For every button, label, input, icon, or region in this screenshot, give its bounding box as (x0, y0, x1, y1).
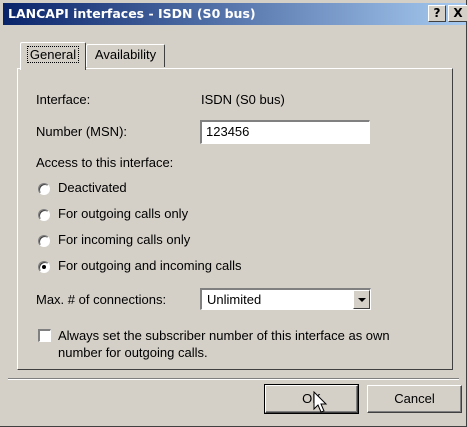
radio-deactivated-label[interactable]: Deactivated (58, 180, 127, 195)
ok-button[interactable]: OK (264, 384, 359, 414)
window-title: LANCAPI interfaces - ISDN (S0 bus) (8, 6, 256, 21)
number-label: Number (MSN): (36, 124, 128, 139)
radio-outgoing-and-incoming-label[interactable]: For outgoing and incoming calls (58, 258, 242, 273)
interface-value: ISDN (S0 bus) (201, 92, 285, 107)
max-connections-value: Unlimited (207, 292, 262, 307)
cancel-button[interactable]: Cancel (367, 385, 462, 413)
radio-incoming-only-label[interactable]: For incoming calls only (58, 232, 190, 247)
tab-availability-label: Availability (94, 47, 157, 62)
close-button[interactable]: X (448, 5, 467, 22)
mouse-cursor-icon (313, 391, 328, 413)
radio-incoming-only[interactable] (38, 235, 50, 247)
number-input[interactable]: 123456 (200, 120, 370, 144)
subscriber-number-checkbox[interactable] (38, 329, 51, 342)
general-tab-panel: Interface: ISDN (S0 bus) Number (MSN): 1… (17, 68, 453, 370)
tab-availability[interactable]: Availability (86, 44, 165, 67)
max-connections-label: Max. # of connections: (36, 292, 167, 307)
divider (8, 378, 459, 380)
radio-outgoing-only-label[interactable]: For outgoing calls only (58, 206, 188, 221)
interface-label: Interface: (36, 92, 91, 107)
tab-general[interactable]: General (20, 42, 86, 70)
dialog-window: LANCAPI interfaces - ISDN (S0 bus) ? X G… (0, 0, 467, 427)
tab-general-label: General (26, 46, 80, 63)
access-label: Access to this interface: (36, 155, 174, 170)
chevron-down-icon[interactable] (353, 290, 370, 309)
radio-outgoing-and-incoming[interactable] (38, 261, 50, 273)
radio-deactivated[interactable] (38, 183, 50, 195)
max-connections-select[interactable]: Unlimited (200, 288, 371, 310)
subscriber-checkbox-label-line1[interactable]: Always set the subscriber number of this… (58, 328, 390, 343)
radio-selected-dot (42, 265, 46, 269)
subscriber-checkbox-label-line2[interactable]: number for outgoing calls. (58, 345, 208, 360)
help-button[interactable]: ? (428, 5, 446, 22)
title-bar[interactable]: LANCAPI interfaces - ISDN (S0 bus) ? X (3, 3, 467, 25)
radio-outgoing-only[interactable] (38, 209, 50, 221)
